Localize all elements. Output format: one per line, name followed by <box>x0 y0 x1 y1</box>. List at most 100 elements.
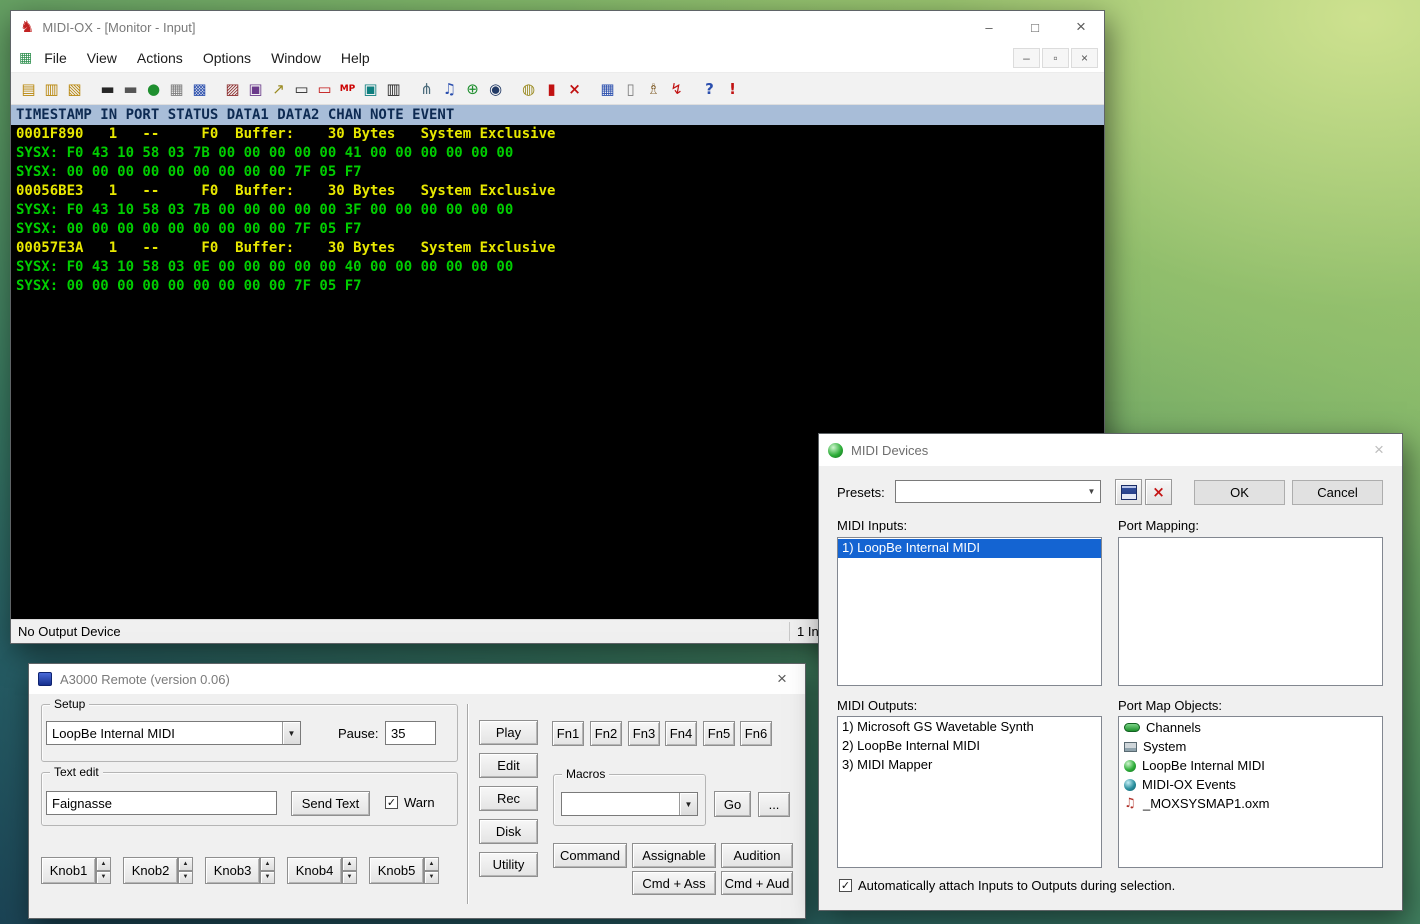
chevron-down-icon[interactable]: ▼ <box>679 793 697 815</box>
view-table-icon[interactable]: ▦ <box>596 77 619 100</box>
list-item[interactable]: Channels <box>1119 718 1382 737</box>
delete-preset-button[interactable]: × <box>1145 479 1172 505</box>
list-item[interactable]: 3) MIDI Mapper <box>838 756 1101 775</box>
bank-display-icon[interactable]: ▨ <box>221 77 244 100</box>
play-button[interactable]: Play <box>479 720 538 745</box>
minimize-button[interactable]: – <box>966 11 1012 43</box>
port-map-objects-list[interactable]: Channels System LoopBe Internal MIDI MID… <box>1118 716 1383 868</box>
menu-view[interactable]: View <box>77 50 127 66</box>
menu-options[interactable]: Options <box>193 50 261 66</box>
keyboard-mini-icon[interactable]: ▭ <box>290 77 313 100</box>
macros-select[interactable]: ▼ <box>561 792 698 816</box>
port-mapping-list[interactable] <box>1118 537 1383 686</box>
mdi-restore-button[interactable]: ▫ <box>1042 48 1069 68</box>
fn3-button[interactable]: Fn3 <box>628 721 660 746</box>
sysex-gears-icon[interactable]: ⊕ <box>461 77 484 100</box>
edit-button[interactable]: Edit <box>479 753 538 778</box>
warn-checkbox[interactable]: ✓ Warn <box>385 795 435 810</box>
midi-port-select[interactable]: LoopBe Internal MIDI ▼ <box>46 721 301 745</box>
fn6-button[interactable]: Fn6 <box>740 721 772 746</box>
list-item[interactable]: MIDI-OX Events <box>1119 775 1382 794</box>
midiox-titlebar[interactable]: ♞ MIDI-OX - [Monitor - Input] – □ × <box>11 11 1104 43</box>
assignable-button[interactable]: Assignable <box>632 843 716 868</box>
spin-down-icon[interactable]: ▼ <box>424 871 439 885</box>
midi-outputs-list[interactable]: 1) Microsoft GS Wavetable Synth 2) LoopB… <box>837 716 1102 868</box>
save-file-icon[interactable]: ▥ <box>40 77 63 100</box>
keyboard-dark-icon[interactable]: ▬ <box>96 77 119 100</box>
fn4-button[interactable]: Fn4 <box>665 721 697 746</box>
midi-notes-icon[interactable]: ♫ <box>438 77 461 100</box>
fn5-button[interactable]: Fn5 <box>703 721 735 746</box>
list-item[interactable]: LoopBe Internal MIDI <box>1119 756 1382 775</box>
knob4-spinner[interactable]: ▲▼ <box>342 857 357 884</box>
cancel-button[interactable]: Cancel <box>1292 480 1383 505</box>
menu-help[interactable]: Help <box>331 50 380 66</box>
instrument-panel-icon[interactable]: ▩ <box>188 77 211 100</box>
knob1-spinner[interactable]: ▲▼ <box>96 857 111 884</box>
world-map-icon[interactable]: ◍ <box>517 77 540 100</box>
cmd-aud-button[interactable]: Cmd + Aud <box>721 871 793 895</box>
spin-down-icon[interactable]: ▼ <box>96 871 111 885</box>
knob2-spinner[interactable]: ▲▼ <box>178 857 193 884</box>
rec-button[interactable]: Rec <box>479 786 538 811</box>
menu-file[interactable]: File <box>34 50 77 66</box>
spin-down-icon[interactable]: ▼ <box>342 871 357 885</box>
list-item[interactable]: 1) LoopBe Internal MIDI <box>838 539 1101 558</box>
audition-button[interactable]: Audition <box>721 843 793 868</box>
knob5-button[interactable]: Knob5 <box>369 857 424 884</box>
devices-close-button[interactable]: × <box>1356 434 1402 466</box>
a3000-titlebar[interactable]: A3000 Remote (version 0.06) × <box>29 664 805 694</box>
spin-up-icon[interactable]: ▲ <box>178 857 193 871</box>
event-grid-icon[interactable]: ▦ <box>165 77 188 100</box>
utility-button[interactable]: Utility <box>479 852 538 877</box>
knob4-button[interactable]: Knob4 <box>287 857 342 884</box>
port-splitter-icon[interactable]: ⋔ <box>415 77 438 100</box>
mdi-minimize-button[interactable]: – <box>1013 48 1040 68</box>
help-icon[interactable]: ? <box>698 77 721 100</box>
text-edit-field[interactable] <box>46 791 277 815</box>
maximize-button[interactable]: □ <box>1012 11 1058 43</box>
data-display-icon[interactable]: ▣ <box>244 77 267 100</box>
knob5-spinner[interactable]: ▲▼ <box>424 857 439 884</box>
open-file-icon[interactable]: ▤ <box>17 77 40 100</box>
list-item[interactable]: System <box>1119 737 1382 756</box>
go-button[interactable]: Go <box>714 791 751 817</box>
spin-up-icon[interactable]: ▲ <box>96 857 111 871</box>
command-button[interactable]: Command <box>553 843 627 868</box>
spin-down-icon[interactable]: ▼ <box>260 871 275 885</box>
monitor-input-icon[interactable]: ▣ <box>359 77 382 100</box>
alert-icon[interactable]: ! <box>721 77 744 100</box>
fn1-button[interactable]: Fn1 <box>552 721 584 746</box>
chevron-down-icon[interactable]: ▼ <box>282 722 300 744</box>
level-bar-icon[interactable]: ▯ <box>619 77 642 100</box>
list-item[interactable]: 1) Microsoft GS Wavetable Synth <box>838 718 1101 737</box>
mp-meter-icon[interactable]: MP <box>336 77 359 100</box>
syringe-icon[interactable]: ↗ <box>267 77 290 100</box>
keyboard-lit-icon[interactable]: ▬ <box>119 77 142 100</box>
spin-down-icon[interactable]: ▼ <box>178 871 193 885</box>
globe-dark-icon[interactable]: ◉ <box>484 77 507 100</box>
fn2-button[interactable]: Fn2 <box>590 721 622 746</box>
midi-status-icon[interactable]: ● <box>142 77 165 100</box>
devices-titlebar[interactable]: MIDI Devices × <box>819 434 1402 466</box>
knob3-button[interactable]: Knob3 <box>205 857 260 884</box>
a3000-close-button[interactable]: × <box>759 664 805 694</box>
keyboard-red-icon[interactable]: ▭ <box>313 77 336 100</box>
pause-field[interactable] <box>385 721 436 745</box>
metronome-icon[interactable]: ♗ <box>642 77 665 100</box>
midi-inputs-list[interactable]: 1) LoopBe Internal MIDI <box>837 537 1102 686</box>
disk-button[interactable]: Disk <box>479 819 538 844</box>
signal-meter-icon[interactable]: ▮ <box>540 77 563 100</box>
send-text-button[interactable]: Send Text <box>291 791 370 816</box>
close-button[interactable]: × <box>1058 11 1104 43</box>
list-item[interactable]: 2) LoopBe Internal MIDI <box>838 737 1101 756</box>
presets-select[interactable]: ▼ <box>895 480 1101 503</box>
list-item[interactable]: ♫ _MOXSYSMAP1.oxm <box>1119 794 1382 813</box>
mdi-close-button[interactable]: × <box>1071 48 1098 68</box>
menu-window[interactable]: Window <box>261 50 331 66</box>
chevron-down-icon[interactable]: ▼ <box>1083 481 1100 502</box>
snapshot-icon[interactable]: ▧ <box>63 77 86 100</box>
mdi-child-icon[interactable]: ▦ <box>19 49 32 66</box>
spin-up-icon[interactable]: ▲ <box>342 857 357 871</box>
auto-attach-checkbox[interactable]: ✓ Automatically attach Inputs to Outputs… <box>839 878 1175 893</box>
